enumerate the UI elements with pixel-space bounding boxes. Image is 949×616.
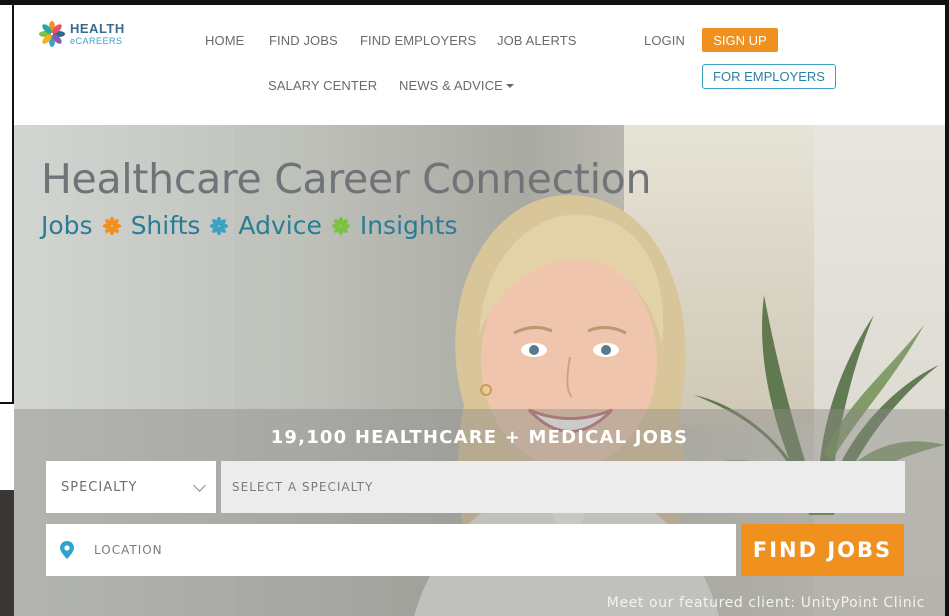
tag-advice: Advice [238, 211, 322, 240]
job-count-heading: 19,100 HEALTHCARE + MEDICAL JOBS [270, 427, 689, 448]
tag-insights: Insights [359, 211, 458, 240]
nav-salary-center[interactable]: SALARY CENTER [268, 78, 377, 93]
green-flower-icon [331, 216, 351, 235]
for-employers-button[interactable]: FOR EMPLOYERS [702, 64, 836, 89]
specialty-placeholder: SELECT A SPECIALTY [232, 480, 374, 494]
nav-login[interactable]: LOGIN [644, 33, 685, 48]
hero-title: Healthcare Career Connection [41, 155, 652, 203]
location-pin-icon [60, 541, 74, 559]
specialty-dropdown-label: SPECIALTY [61, 479, 138, 495]
frame-border-right [945, 0, 949, 616]
hero-tagline: Jobs Shifts Advice Insights [41, 211, 458, 240]
nav-find-employers[interactable]: FIND EMPLOYERS [360, 33, 476, 48]
tag-jobs: Jobs [41, 211, 93, 240]
sign-up-button[interactable]: SIGN UP [702, 28, 778, 52]
nav-find-jobs[interactable]: FIND JOBS [269, 33, 338, 48]
orange-flower-icon [102, 216, 121, 235]
caret-down-icon [505, 84, 514, 88]
chevron-down-icon [193, 479, 206, 492]
logo-text-health: HEALTH [70, 21, 125, 36]
nav-job-alerts[interactable]: JOB ALERTS [497, 33, 577, 48]
site-header: HEALTH eCAREERS HOME FIND JOBS FIND EMPL… [14, 5, 945, 125]
nav-home[interactable]: HOME [205, 33, 244, 48]
location-placeholder: LOCATION [94, 543, 163, 557]
logo-text-ecareers: eCAREERS [70, 36, 123, 46]
specialty-select-field[interactable]: SELECT A SPECIALTY [221, 461, 905, 513]
nav-news-advice[interactable]: NEWS & ADVICE [399, 78, 514, 93]
featured-client-link[interactable]: Meet our featured client: UnityPoint Cli… [607, 595, 925, 611]
hero-section: Healthcare Career Connection Jobs Shifts [14, 125, 945, 616]
find-jobs-button[interactable]: FIND JOBS [741, 524, 904, 576]
specialty-dropdown[interactable]: SPECIALTY [46, 461, 216, 513]
nav-news-advice-label: NEWS & ADVICE [399, 78, 503, 93]
location-input[interactable]: LOCATION [46, 524, 736, 576]
site-logo[interactable]: HEALTH eCAREERS [38, 17, 148, 51]
logo-mark-icon [39, 21, 65, 47]
blue-flower-icon [210, 216, 229, 235]
tag-shifts: Shifts [130, 211, 201, 240]
